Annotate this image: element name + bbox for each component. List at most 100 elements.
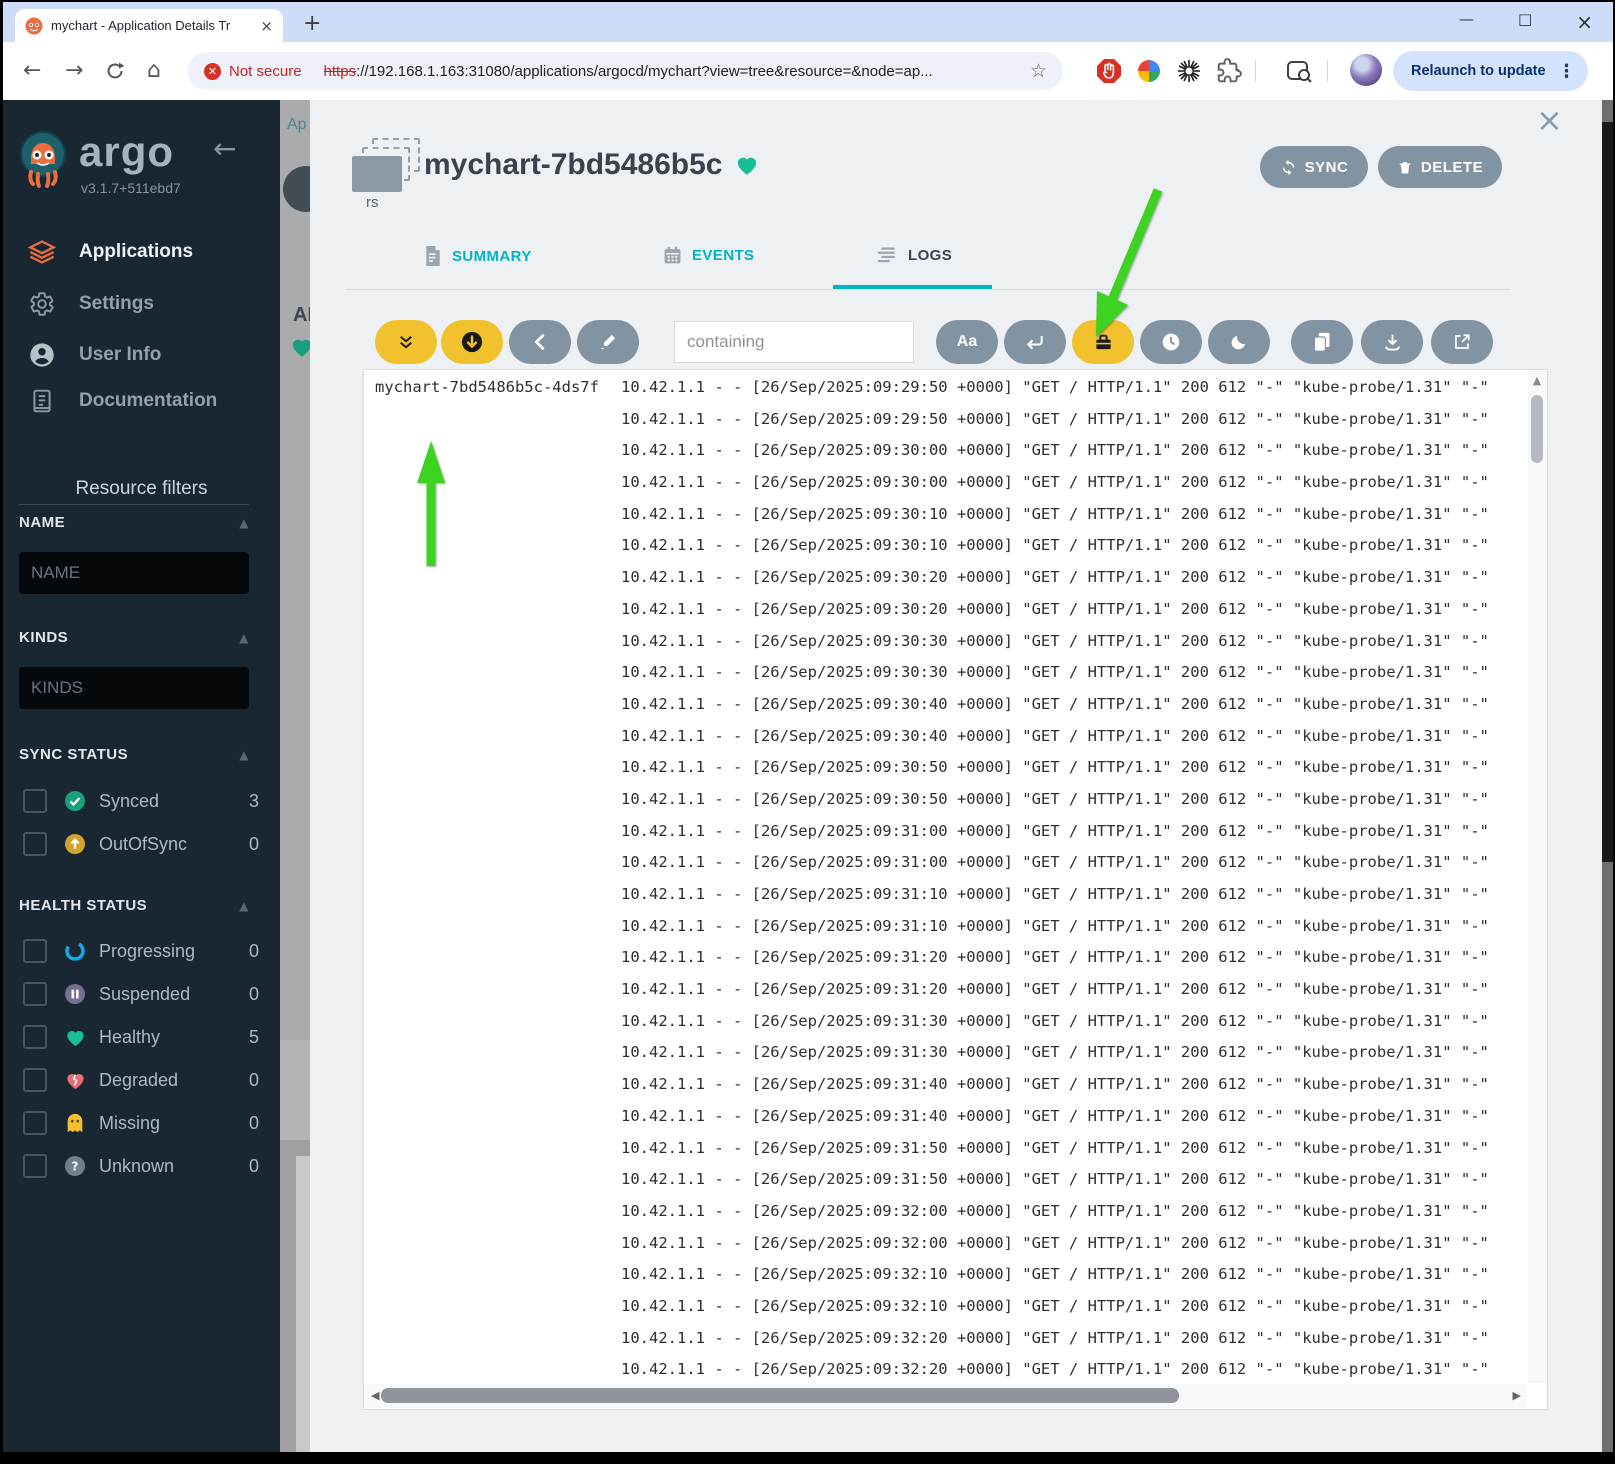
tab-summary[interactable]: SUMMARY: [424, 246, 532, 266]
sidebar-item-settings[interactable]: Settings: [27, 287, 154, 321]
filter-section-name[interactable]: NAME ▲: [19, 514, 249, 531]
tab-events[interactable]: EVENTS: [663, 246, 754, 265]
log-vertical-scrollbar[interactable]: ▲: [1528, 371, 1546, 1383]
scroll-left-arrow-icon[interactable]: ◀: [371, 1389, 379, 1402]
log-text: 10.42.1.1 - - [26/Sep/2025:09:29:50 +000…: [621, 409, 1489, 428]
log-horizontal-scrollbar[interactable]: ◀ ▶: [365, 1384, 1527, 1408]
chrome-menu-icon[interactable]: ⋮: [1558, 61, 1576, 82]
tabs-divider: [346, 289, 1510, 290]
new-tab-button[interactable]: +: [303, 11, 321, 36]
scrollbar-thumb[interactable]: [1531, 395, 1543, 463]
scrollbar-thumb[interactable]: [381, 1388, 1179, 1403]
clock-icon: [1162, 333, 1180, 351]
window-close-button[interactable]: ×: [1576, 10, 1593, 34]
log-filter-input[interactable]: [674, 321, 914, 363]
scroll-to-bottom-button[interactable]: [375, 320, 437, 364]
collapse-caret-icon[interactable]: ▲: [239, 899, 249, 913]
bookmark-star-icon[interactable]: ☆: [1030, 60, 1047, 82]
log-line: 10.42.1.1 - - [26/Sep/2025:09:30:20 +000…: [364, 562, 1527, 594]
resource-title: mychart-7bd5486b5c: [424, 148, 760, 182]
filter-section-kinds[interactable]: KINDS ▲: [19, 629, 249, 646]
starburst-extension-icon[interactable]: [1176, 58, 1202, 84]
filter-row-synced[interactable]: Synced 3: [23, 788, 259, 814]
wrap-lines-button[interactable]: [1004, 320, 1066, 364]
name-filter-input[interactable]: [19, 552, 249, 594]
log-lines[interactable]: mychart-7bd5486b5c-4ds7f 10.42.1.1 - - [2…: [364, 372, 1527, 1383]
filter-label: Missing: [99, 1112, 161, 1133]
scroll-up-arrow-icon[interactable]: ▲: [1528, 374, 1546, 387]
delete-button[interactable]: DELETE: [1378, 146, 1502, 188]
extensions-puzzle-icon[interactable]: [1216, 58, 1242, 84]
checkbox[interactable]: [23, 832, 47, 856]
tab-search-icon[interactable]: [1286, 58, 1312, 84]
filter-count: 0: [248, 940, 259, 961]
panel-close-icon[interactable]: ×: [1536, 104, 1563, 136]
scroll-right-arrow-icon[interactable]: ▶: [1513, 1389, 1521, 1402]
match-case-button[interactable]: Aa: [936, 320, 998, 364]
sidebar-item-user-info[interactable]: User Info: [27, 338, 161, 372]
sidebar-item-documentation[interactable]: Documentation: [27, 384, 217, 418]
photos-extension-icon[interactable]: [1136, 58, 1162, 84]
filter-row-suspended[interactable]: Suspended 0: [23, 981, 259, 1007]
fullscreen-button[interactable]: [1431, 320, 1493, 364]
filter-row-missing[interactable]: Missing 0: [23, 1110, 259, 1136]
reload-icon[interactable]: [105, 61, 125, 81]
filter-label: Suspended: [99, 983, 191, 1004]
checkbox[interactable]: [23, 1068, 47, 1092]
filter-section-health-status[interactable]: HEALTH STATUS ▲: [19, 897, 249, 914]
collapse-caret-icon[interactable]: ▲: [239, 631, 249, 645]
pod-name-column: [364, 594, 621, 626]
adblock-extension-icon[interactable]: [1096, 58, 1122, 84]
pause-circle-icon: [63, 982, 87, 1006]
window-maximize-button[interactable]: □: [1518, 10, 1532, 34]
filter-section-label: NAME: [19, 514, 66, 531]
log-line: 10.42.1.1 - - [26/Sep/2025:09:30:30 +000…: [364, 626, 1527, 658]
sidebar-collapse-icon[interactable]: ←: [213, 132, 236, 165]
relaunch-to-update-button[interactable]: Relaunch to update ⋮: [1393, 51, 1588, 91]
checkbox[interactable]: [23, 1111, 47, 1135]
kinds-filter-input[interactable]: [19, 667, 249, 709]
tab-close-icon[interactable]: ×: [260, 17, 273, 35]
browser-tab[interactable]: mychart - Application Details Tr ×: [15, 9, 283, 42]
arrow-up-circle-icon: [63, 832, 87, 856]
back-icon[interactable]: ←: [23, 58, 41, 83]
tab-logs[interactable]: LOGS: [878, 246, 952, 264]
highlight-button[interactable]: [577, 320, 639, 364]
sidebar-item-applications[interactable]: Applications: [27, 235, 193, 269]
not-secure-chip[interactable]: Not secure: [229, 63, 302, 80]
log-line: 10.42.1.1 - - [26/Sep/2025:09:30:10 +000…: [364, 499, 1527, 531]
window-minimize-button[interactable]: —: [1459, 10, 1474, 34]
timestamps-button[interactable]: [1140, 320, 1202, 364]
question-circle-icon: ?: [63, 1154, 87, 1178]
page-scrollbar[interactable]: [1602, 100, 1613, 1452]
profile-avatar[interactable]: [1350, 54, 1382, 86]
collapse-caret-icon[interactable]: ▲: [239, 748, 249, 762]
resource-details-panel: × rs mychart-7bd5486b5c SYNC DELETE SUMM…: [310, 100, 1602, 1452]
dark-mode-button[interactable]: [1208, 320, 1270, 364]
checkbox[interactable]: [23, 939, 47, 963]
filter-row-unknown[interactable]: ? Unknown 0: [23, 1153, 259, 1179]
copy-logs-button[interactable]: [1291, 320, 1353, 364]
filter-row-degraded[interactable]: Degraded 0: [23, 1067, 259, 1093]
forward-icon[interactable]: →: [65, 58, 83, 83]
log-text: 10.42.1.1 - - [26/Sep/2025:09:30:00 +000…: [621, 473, 1489, 492]
checkbox[interactable]: [23, 982, 47, 1006]
filter-row-healthy[interactable]: Healthy 5: [23, 1024, 259, 1050]
filter-row-progressing[interactable]: Progressing 0: [23, 938, 259, 964]
collapse-caret-icon[interactable]: ▲: [239, 516, 249, 530]
filter-row-outofsync[interactable]: OutOfSync 0: [23, 831, 259, 857]
filter-count: 0: [248, 833, 259, 854]
scrollbar-thumb[interactable]: [1602, 122, 1613, 862]
checkbox[interactable]: [23, 789, 47, 813]
previous-page-button[interactable]: [509, 320, 571, 364]
home-icon[interactable]: ⌂: [147, 58, 161, 83]
checkbox[interactable]: [23, 1154, 47, 1178]
sync-button[interactable]: SYNC: [1260, 146, 1368, 188]
follow-logs-button[interactable]: [441, 320, 503, 364]
filter-section-sync-status[interactable]: SYNC STATUS ▲: [19, 746, 249, 763]
pod-names-toggle-button[interactable]: [1072, 320, 1134, 364]
address-bar[interactable]: ✕ Not secure https://192.168.1.163:31080…: [188, 52, 1063, 90]
download-logs-button[interactable]: [1361, 320, 1423, 364]
url-text[interactable]: https://192.168.1.163:31080/applications…: [324, 63, 933, 80]
checkbox[interactable]: [23, 1025, 47, 1049]
